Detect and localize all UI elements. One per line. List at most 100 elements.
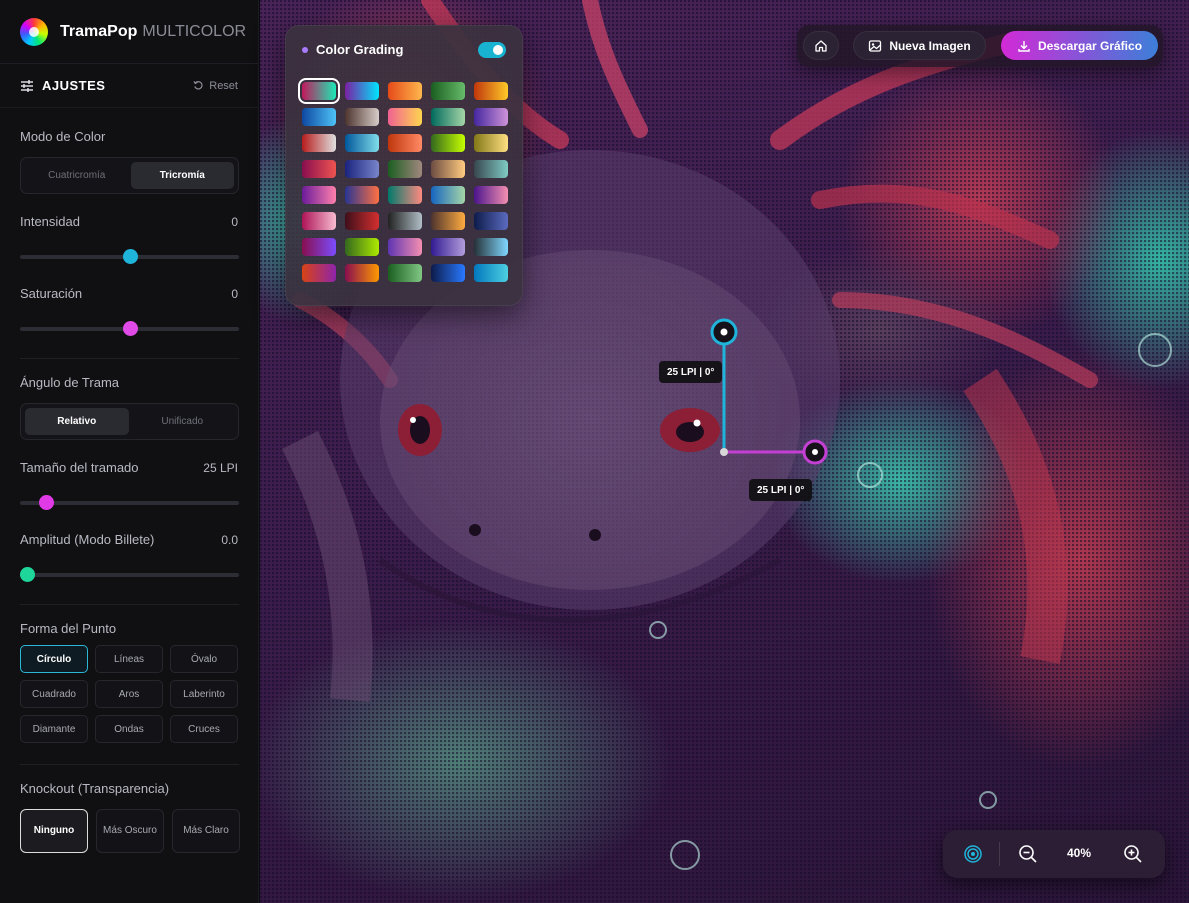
shape-cruces-button[interactable]: Cruces (170, 715, 238, 743)
gradient-swatch[interactable] (345, 160, 379, 178)
gradient-swatch[interactable] (431, 212, 465, 230)
color-mode-tricromia[interactable]: Tricromía (130, 162, 234, 189)
color-grading-panel: Color Grading (285, 25, 523, 306)
shape-aros-button[interactable]: Aros (95, 680, 163, 708)
gradient-swatch[interactable] (388, 264, 422, 282)
knockout-label: Knockout (Transparencia) (20, 781, 170, 796)
screen-angle-toggle: Relativo Unificado (20, 403, 239, 440)
gradient-swatch[interactable] (302, 238, 336, 256)
saturation-value: 0 (231, 287, 238, 301)
zoom-level: 40% (1067, 846, 1092, 860)
gradient-swatch[interactable] (474, 264, 508, 282)
gradient-swatch[interactable] (474, 134, 508, 152)
angle-handle-cyan[interactable] (710, 318, 738, 346)
gradient-swatch[interactable] (345, 238, 379, 256)
screen-angle-unificado[interactable]: Unificado (131, 408, 235, 435)
lpi-angle-tag-magenta: 25 LPI | 0° (749, 479, 813, 501)
gradient-swatch[interactable] (474, 186, 508, 204)
color-grading-toggle[interactable] (478, 42, 506, 58)
brand-name: TramaPop (60, 22, 138, 40)
zoom-toolbar: 40% (943, 830, 1165, 878)
shape-laberinto-button[interactable]: Laberinto (170, 680, 238, 708)
gradient-swatch[interactable] (302, 186, 336, 204)
saturation-slider[interactable] (20, 321, 239, 336)
gradient-swatch[interactable] (431, 238, 465, 256)
gradient-swatch[interactable] (474, 212, 508, 230)
download-button[interactable]: Descargar Gráfico (1001, 31, 1158, 60)
shape-ovalo-button[interactable]: Óvalo (170, 645, 238, 673)
shape-diamante-button[interactable]: Diamante (20, 715, 88, 743)
color-grading-title: Color Grading (316, 42, 404, 57)
screen-size-slider[interactable] (20, 495, 239, 510)
gradient-swatch[interactable] (388, 238, 422, 256)
gradient-swatch[interactable] (431, 82, 465, 100)
color-mode-label: Modo de Color (20, 129, 106, 144)
gradient-swatch[interactable] (345, 108, 379, 126)
knockout-mas-oscuro-button[interactable]: Más Oscuro (96, 809, 164, 853)
gradient-swatch[interactable] (474, 108, 508, 126)
gradient-swatch[interactable] (388, 160, 422, 178)
screen-size-label: Tamaño del tramado (20, 460, 139, 475)
gradient-swatch[interactable] (388, 108, 422, 126)
amplitude-slider[interactable] (20, 567, 239, 582)
gradient-swatch[interactable] (388, 134, 422, 152)
screen-size-value: 25 LPI (203, 461, 238, 475)
gradient-swatch[interactable] (388, 82, 422, 100)
panel-status-dot (302, 46, 308, 53)
zoom-divider (999, 842, 1000, 866)
gradient-swatch[interactable] (302, 134, 336, 152)
gradient-swatch[interactable] (431, 108, 465, 126)
angle-handle-magenta[interactable] (802, 439, 828, 465)
zoom-in-icon[interactable] (1123, 844, 1143, 864)
gradient-swatch[interactable] (345, 212, 379, 230)
shape-cuadrado-button[interactable]: Cuadrado (20, 680, 88, 708)
gradient-swatch-grid (298, 78, 508, 282)
gradient-swatch[interactable] (302, 160, 336, 178)
gradient-swatch[interactable] (388, 212, 422, 230)
knockout-ninguno-button[interactable]: Ninguno (20, 809, 88, 853)
home-button[interactable] (803, 31, 839, 60)
color-wheel-logo-icon (20, 17, 48, 46)
gradient-swatch[interactable] (345, 134, 379, 152)
home-icon (815, 39, 827, 52)
shape-circulo-button[interactable]: Círculo (20, 645, 88, 673)
screen-size-slider-thumb[interactable] (39, 495, 55, 510)
dot-shape-label: Forma del Punto (20, 621, 117, 636)
new-image-button[interactable]: Nueva Imagen (853, 31, 986, 60)
download-icon (1018, 40, 1030, 52)
intensity-slider[interactable] (20, 249, 239, 264)
new-image-label: Nueva Imagen (889, 38, 971, 53)
gradient-swatch[interactable] (431, 186, 465, 204)
gradient-swatch[interactable] (431, 264, 465, 282)
shape-ondas-button[interactable]: Ondas (95, 715, 163, 743)
gradient-swatch[interactable] (345, 186, 379, 204)
lpi-angle-tag-cyan: 25 LPI | 0° (659, 361, 723, 383)
knockout-options: Ninguno Más Oscuro Más Claro (20, 809, 240, 853)
reset-icon (193, 81, 203, 90)
gradient-swatch[interactable] (302, 264, 336, 282)
intensity-label: Intensidad (20, 214, 80, 229)
gradient-swatch[interactable] (302, 212, 336, 230)
shape-lineas-button[interactable]: Líneas (95, 645, 163, 673)
brand-header: TramaPop MULTICOLOR (0, 0, 258, 64)
reset-button[interactable]: Reset (193, 80, 238, 92)
gradient-swatch[interactable] (474, 82, 508, 100)
halftone-target-icon[interactable] (963, 844, 983, 864)
saturation-slider-thumb[interactable] (122, 321, 138, 336)
gradient-swatch[interactable] (345, 264, 379, 282)
intensity-slider-thumb[interactable] (122, 249, 138, 264)
color-mode-cuatricromia[interactable]: Cuatricromía (25, 162, 129, 189)
zoom-out-icon[interactable] (1018, 844, 1038, 864)
screen-angle-relativo[interactable]: Relativo (25, 408, 129, 435)
gradient-swatch[interactable] (431, 160, 465, 178)
gradient-swatch[interactable] (302, 108, 336, 126)
gradient-swatch[interactable] (474, 160, 508, 178)
gradient-swatch[interactable] (388, 186, 422, 204)
gradient-swatch[interactable] (474, 238, 508, 256)
amplitude-slider-thumb[interactable] (20, 567, 35, 582)
dot-shape-grid: Círculo Líneas Óvalo Cuadrado Aros Laber… (20, 645, 239, 743)
gradient-swatch[interactable] (431, 134, 465, 152)
gradient-swatch[interactable] (298, 78, 340, 104)
knockout-mas-claro-button[interactable]: Más Claro (172, 809, 240, 853)
gradient-swatch[interactable] (345, 82, 379, 100)
